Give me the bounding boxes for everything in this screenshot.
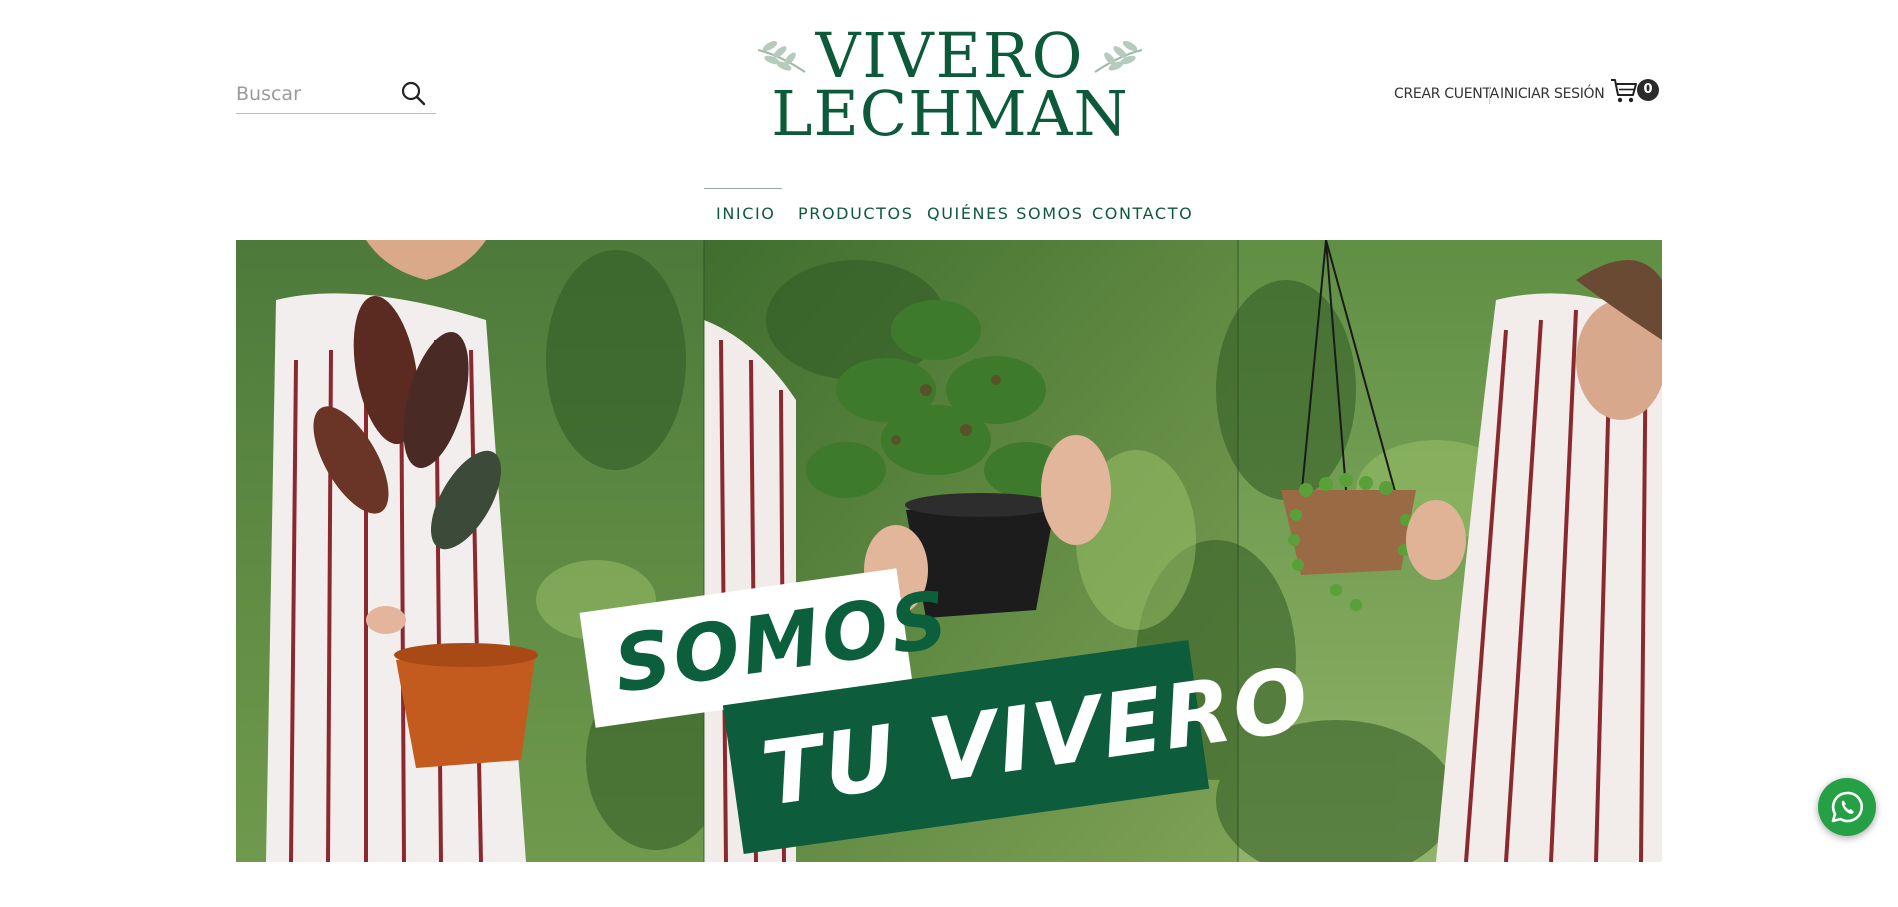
search-icon[interactable] [400,80,426,106]
leaf-ornament-icon [1090,32,1150,92]
hero-banner[interactable]: SOMOS TU VIVERO [236,240,1662,862]
cart-icon [1610,78,1638,104]
login-link[interactable]: INICIAR SESIÓN [1500,86,1605,102]
nav-active-indicator [704,188,782,189]
nav-item-productos[interactable]: PRODUCTOS [798,204,914,223]
nav-item-quienes-somos[interactable]: QUIÉNES SOMOS [927,204,1084,223]
main-nav: INICIO PRODUCTOS QUIÉNES SOMOS CONTACTO [0,188,1898,240]
site-logo[interactable]: VIVERO LECHMAN [750,25,1150,150]
search-field[interactable] [236,76,436,114]
nav-item-inicio[interactable]: INICIO [716,204,776,223]
search-input[interactable] [236,76,401,112]
cart-button[interactable]: 0 [1610,76,1670,108]
account-divider [1489,86,1490,104]
whatsapp-icon [1831,791,1863,823]
nav-item-contacto[interactable]: CONTACTO [1092,204,1193,223]
cart-count-badge: 0 [1637,79,1659,101]
leaf-ornament-icon [750,32,810,92]
logo-text-lechman: LECHMAN [771,77,1129,150]
whatsapp-chat-button[interactable] [1818,778,1876,836]
create-account-link[interactable]: CREAR CUENTA [1394,86,1499,102]
